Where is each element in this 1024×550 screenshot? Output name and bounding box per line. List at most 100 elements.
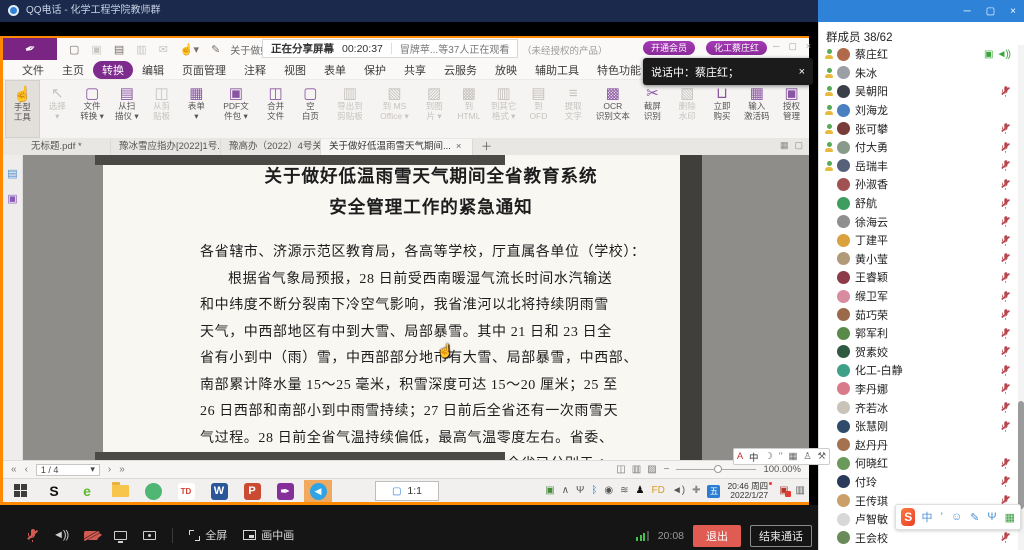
mic-muted-icon[interactable]	[28, 529, 37, 542]
tim-qq-icon[interactable]: ◀	[304, 480, 332, 502]
exit-button[interactable]: 退出	[693, 525, 741, 547]
ime-mini-icon[interactable]: ♙	[803, 451, 812, 462]
screen-record-indicator-icon[interactable]: ▣	[545, 486, 554, 496]
highlight-icon[interactable]: ✎	[211, 43, 220, 56]
bookmarks-panel-icon[interactable]: ▤	[3, 167, 22, 180]
next-page-button[interactable]: ›	[108, 464, 111, 475]
qq-penguin-icon[interactable]: ♟	[636, 486, 645, 496]
start-button[interactable]	[7, 480, 35, 502]
sogou-tool-icon[interactable]: ✎	[970, 511, 979, 524]
sogou-ime-bar[interactable]: S 中’☺✎Ψ▦	[895, 504, 1021, 530]
member-row[interactable]: 徐海云	[819, 212, 1018, 231]
volume-icon[interactable]: ◄)	[672, 486, 685, 496]
wubi-ime-icon[interactable]: 五	[707, 485, 720, 498]
member-row[interactable]: 化工-白静	[819, 361, 1018, 380]
ime-mini-icon[interactable]: A	[737, 451, 743, 462]
doc-tab[interactable]: 豫冰雪应指办[2022]1号....	[111, 139, 221, 155]
camera-muted-icon[interactable]	[84, 531, 98, 540]
tab-close-icon[interactable]: ×	[456, 141, 462, 152]
sogou-pinyin-icon[interactable]: S	[40, 480, 68, 502]
ribbon-tab-辅助工具[interactable]: 辅助工具	[526, 61, 588, 79]
page-view-icons[interactable]: ◫▥▨	[616, 464, 656, 475]
member-scrollbar-thumb[interactable]	[1018, 401, 1024, 509]
member-row[interactable]: 岳瑞丰	[819, 157, 1018, 176]
sogou-tool-icon[interactable]: Ψ	[987, 511, 996, 523]
tool-从扫描仪[interactable]: ▤从扫描仪 ▾	[109, 80, 144, 138]
member-row[interactable]: 朱冰	[819, 64, 1018, 83]
member-row[interactable]: 张慧刚	[819, 417, 1018, 436]
tool-OCR识别文本[interactable]: ▩OCR识别文本	[591, 80, 635, 138]
thumbnails-panel-icon[interactable]: ▣	[3, 192, 22, 205]
tool-输入激活码[interactable]: ▦输入激活码	[739, 80, 774, 138]
member-row[interactable]: 茹巧荣	[819, 305, 1018, 324]
zoom-slider[interactable]	[676, 469, 756, 470]
ime-mini-icon[interactable]: ⚒	[818, 451, 827, 462]
prev-page-button[interactable]: ‹	[25, 464, 28, 475]
ribbon-tab-保护[interactable]: 保护	[355, 61, 395, 79]
file-explorer-icon[interactable]	[106, 480, 134, 502]
ime-mini-icon[interactable]: 中	[749, 450, 759, 464]
toast-close-icon[interactable]: ×	[799, 66, 805, 78]
last-page-button[interactable]: »	[119, 464, 125, 475]
ribbon-tab-表单[interactable]: 表单	[315, 61, 355, 79]
minimize-button[interactable]: ─	[964, 6, 971, 17]
tdx-icon[interactable]: TD	[172, 480, 200, 502]
tool-立即购买[interactable]: ⊔立即购买	[705, 80, 740, 138]
foxit-pdf-icon[interactable]: ✒	[271, 480, 299, 502]
microphone-tray-icon[interactable]: Ψ	[576, 486, 584, 496]
member-row[interactable]: 贺素姣	[819, 343, 1018, 362]
fullscreen-button[interactable]: 全屏	[189, 527, 227, 543]
tool-授权管理[interactable]: ▣授权管理	[774, 80, 809, 138]
print-icon[interactable]: ▤	[114, 43, 124, 56]
new-tab-button[interactable]: ＋	[481, 139, 492, 155]
member-row[interactable]: 王会校	[819, 528, 1018, 547]
member-row[interactable]: 舒航	[819, 194, 1018, 213]
tool-手型工具[interactable]: ☝手型工具	[5, 80, 40, 138]
sogou-tool-icon[interactable]: ’	[940, 511, 942, 523]
ribbon-tab-视图[interactable]: 视图	[275, 61, 315, 79]
ime-mini-icon[interactable]: ☽	[764, 451, 773, 462]
first-page-button[interactable]: «	[11, 464, 17, 475]
sogou-tool-icon[interactable]: ☺	[951, 511, 962, 523]
word-icon[interactable]: W	[205, 480, 233, 502]
ribbon-tab-注释[interactable]: 注释	[235, 61, 275, 79]
doc-tab[interactable]: 无标题.pdf *	[23, 139, 111, 155]
ribbon-tab-编辑[interactable]: 编辑	[133, 61, 173, 79]
plus-tray-icon[interactable]: ✚	[692, 486, 700, 496]
member-row[interactable]: 郭军利	[819, 324, 1018, 343]
member-row[interactable]: 张可攀	[819, 119, 1018, 138]
chat-windows-icon[interactable]: ▥	[796, 486, 805, 496]
pdf-minimize-button[interactable]: ─	[773, 41, 779, 52]
end-call-button[interactable]: 结束通话	[750, 525, 812, 547]
account-button[interactable]: 化工蔡庄红	[706, 41, 767, 55]
ribbon-tab-特色功能[interactable]: 特色功能	[588, 61, 650, 79]
powerpoint-icon[interactable]: P	[238, 480, 266, 502]
speaker-icon[interactable]: ◄))	[53, 529, 68, 541]
qq-message-icon[interactable]: ▣	[779, 486, 788, 496]
ime-mini-icon[interactable]: ’’	[779, 451, 783, 462]
tool-PDF文件包[interactable]: ▣PDF文件包 ▾	[214, 80, 258, 138]
doc-tab[interactable]: 关于做好低温雨雪天气期间...×	[321, 139, 473, 155]
sogou-tool-icon[interactable]: ▦	[1005, 511, 1015, 524]
member-row[interactable]: 付玲	[819, 473, 1018, 492]
close-button[interactable]: ×	[1010, 6, 1016, 17]
tool-表单[interactable]: ▦表单 ▾	[179, 80, 214, 138]
taskbar-clock[interactable]: 20:46 周四2022/1/27	[727, 482, 772, 501]
member-row[interactable]: 何晓红	[819, 454, 1018, 473]
view-mode-icon[interactable]: ▥	[632, 464, 641, 475]
bluetooth-icon[interactable]: ᛒ	[591, 486, 597, 496]
camera-tray-icon[interactable]: ◉	[604, 486, 613, 496]
fd-app-icon[interactable]: FD	[651, 486, 664, 496]
pip-button[interactable]: 画中画	[243, 527, 294, 543]
ribbon-tab-共享[interactable]: 共享	[395, 61, 435, 79]
pdf-close-button[interactable]: ×	[806, 41, 811, 52]
ribbon-tab-放映[interactable]: 放映	[486, 61, 526, 79]
foxit-logo-icon[interactable]: ✒	[3, 38, 57, 60]
view-mode-icon[interactable]: ▨	[647, 464, 656, 475]
ribbon-tab-云服务[interactable]: 云服务	[435, 61, 486, 79]
member-row[interactable]: 李丹娜	[819, 380, 1018, 399]
wifi-icon[interactable]: ≋	[620, 486, 628, 496]
sogou-logo-icon[interactable]: S	[901, 508, 915, 526]
member-row[interactable]: 王睿颖	[819, 268, 1018, 287]
tool-空白页[interactable]: ▢空白页	[293, 80, 328, 138]
